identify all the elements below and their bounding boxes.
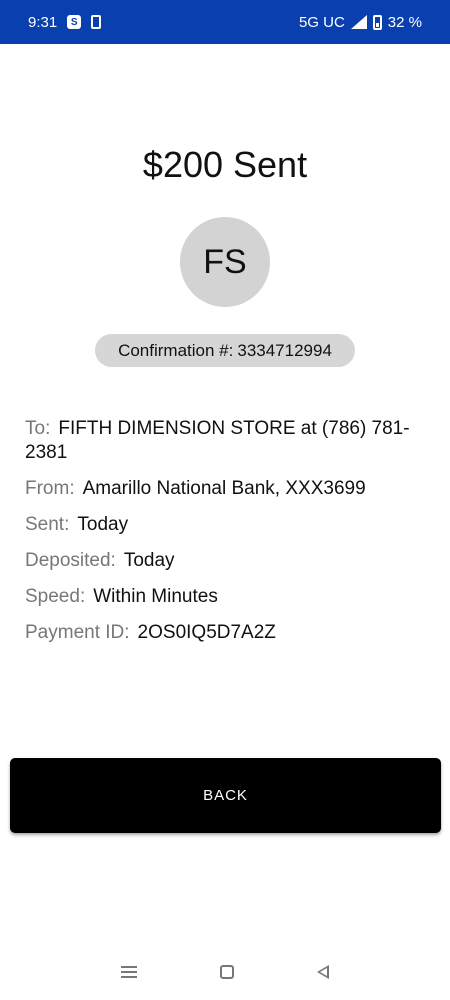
- detail-payment-id-value: 2OS0IQ5D7A2Z: [137, 622, 276, 643]
- detail-speed-value: Within Minutes: [93, 586, 218, 607]
- detail-deposited-label: Deposited:: [25, 550, 116, 571]
- back-button[interactable]: BACK: [10, 758, 441, 833]
- detail-sent-label: Sent:: [25, 514, 70, 535]
- home-icon[interactable]: [219, 965, 234, 979]
- detail-speed-label: Speed:: [25, 586, 86, 607]
- confirmation-badge: Confirmation #: 3334712994: [95, 334, 355, 367]
- detail-deposited: Deposited: Today: [25, 549, 425, 573]
- confirmation-label: Confirmation #:: [118, 340, 234, 360]
- recipient-avatar: FS: [180, 217, 270, 307]
- status-left: 9:31 S: [28, 13, 102, 31]
- detail-deposited-value: Today: [123, 550, 175, 571]
- detail-payment-id: Payment ID: 2OS0IQ5D7A2Z: [25, 621, 425, 645]
- battery-percent: 32 %: [387, 13, 422, 31]
- system-nav-bar: [0, 944, 450, 1000]
- payment-details: To: FIFTH DIMENSION STORE at (786) 781-23…: [25, 417, 425, 657]
- battery-icon: [372, 14, 382, 30]
- status-right: 5G UC 32 %: [299, 14, 422, 31]
- detail-sent-value: Today: [77, 514, 129, 535]
- app-s-icon: S: [67, 15, 82, 29]
- status-time: 9:31: [28, 13, 58, 31]
- confirmation-number: 3334712994: [237, 340, 332, 360]
- detail-to: To: FIFTH DIMENSION STORE at (786) 781-23…: [25, 417, 425, 465]
- device-icon: [91, 15, 102, 29]
- payment-sent-screen: 9:31 S 5G UC 32 % $200 Sent FS Confirmat…: [0, 0, 450, 1000]
- detail-from-value: Amarillo National Bank, XXX3699: [82, 478, 366, 499]
- detail-to-label: To:: [25, 418, 51, 439]
- network-type: 5G UC: [298, 13, 345, 31]
- detail-payment-id-label: Payment ID:: [25, 622, 130, 643]
- signal-icon: [350, 15, 367, 29]
- detail-from-label: From:: [25, 478, 75, 499]
- detail-from: From: Amarillo National Bank, XXX3699: [25, 477, 425, 501]
- back-triangle-icon[interactable]: [316, 965, 329, 979]
- detail-sent: Sent: Today: [25, 513, 425, 537]
- payment-title: $200 Sent: [142, 144, 308, 185]
- status-bar: 9:31 S 5G UC 32 %: [0, 0, 450, 44]
- detail-speed: Speed: Within Minutes: [25, 585, 425, 609]
- detail-to-value: FIFTH DIMENSION STORE at (786) 781-2381: [25, 418, 410, 463]
- recent-apps-icon[interactable]: [121, 966, 138, 978]
- avatar-initials: FS: [203, 242, 247, 281]
